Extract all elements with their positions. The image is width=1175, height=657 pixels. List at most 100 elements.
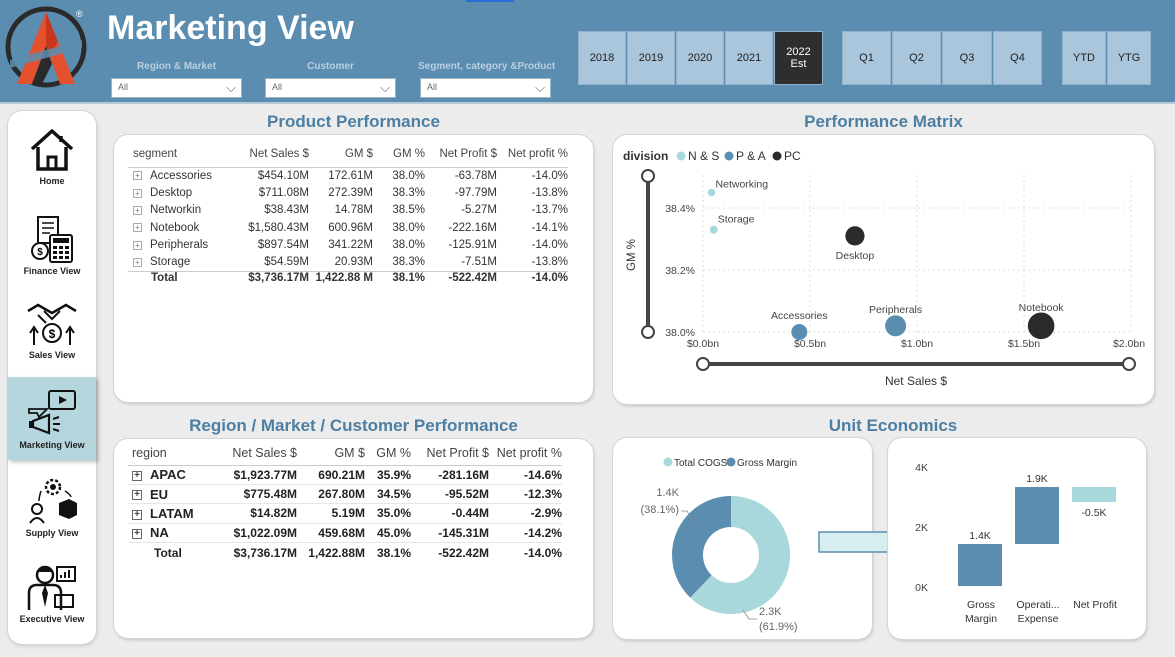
slider-handle[interactable] xyxy=(696,357,710,371)
slider-handle[interactable] xyxy=(641,169,655,183)
expand-icon[interactable]: + xyxy=(133,223,142,233)
value-cell: -0.44M xyxy=(451,506,489,521)
column-header[interactable]: Net profit % xyxy=(497,141,568,167)
handshake-icon: $ xyxy=(27,303,77,345)
value-cell: 172.61M xyxy=(328,169,373,182)
region-market-dropdown[interactable]: All ⌵ xyxy=(111,78,242,98)
y-range-slider[interactable] xyxy=(641,169,655,339)
table-row[interactable]: + EU $775.48M 267.80M 34.5% -95.52M -12.3% xyxy=(128,484,562,504)
table-row[interactable]: + Desktop $711.08M 272.39M 38.3% -97.79M -13.8… xyxy=(128,184,568,201)
expand-icon[interactable]: + xyxy=(133,257,142,267)
sidebar-item-finance-view[interactable]: $ Finance View xyxy=(8,215,96,279)
column-header[interactable]: Net Profit $ xyxy=(425,141,497,167)
expand-icon[interactable]: + xyxy=(132,509,142,520)
year-button-2020[interactable]: 2020 xyxy=(676,31,724,85)
year-button-2022-est[interactable]: 2022 Est xyxy=(774,31,823,85)
slider-handle[interactable] xyxy=(641,325,655,339)
value-cell: 600.96M xyxy=(328,221,373,234)
column-header[interactable]: Net Sales $ xyxy=(228,141,309,167)
region-label: APAC xyxy=(150,467,186,483)
column-header[interactable]: region xyxy=(128,441,206,465)
column-header[interactable]: GM $ xyxy=(309,141,373,167)
waterfall-chart: 4K 2K 0K 1.4K 1.9K -0.5K Gross Margin Opera… xyxy=(915,462,1117,625)
point-label: Peripherals xyxy=(869,304,922,316)
period-button-ytd[interactable]: YTD xyxy=(1062,31,1106,85)
scatter-point-peripherals xyxy=(885,315,907,337)
total-cell: 1,422.88 M xyxy=(315,271,373,284)
table-row[interactable]: + Storage $54.59M 20.93M 38.3% -7.51M -13.8% xyxy=(128,254,568,271)
segment-dropdown[interactable]: All ⌵ xyxy=(420,78,551,98)
sidebar-item-label: Supply View xyxy=(25,528,79,538)
quarter-button-q1[interactable]: Q1 xyxy=(842,31,891,85)
sidebar-item-marketing-view[interactable]: Marketing View xyxy=(8,377,96,460)
year-button-2019[interactable]: 2019 xyxy=(627,31,675,85)
table-row[interactable]: + Networkin $38.43M 14.78M 38.5% -5.27M -13.7% xyxy=(128,202,568,219)
table-row[interactable]: + Accessories $454.10M 172.61M 38.0% -63.78M -… xyxy=(128,167,568,184)
customer-dropdown[interactable]: All ⌵ xyxy=(265,78,396,98)
segment-cell: + Peripherals xyxy=(128,237,228,254)
region-cell: + LATAM xyxy=(128,504,206,523)
value-cell: 38.3% xyxy=(392,256,425,269)
quarter-button-q3[interactable]: Q3 xyxy=(942,31,992,85)
value-cell: -14.2% xyxy=(523,525,562,540)
product-performance-title: Product Performance xyxy=(267,112,440,131)
value-cell: -14.0% xyxy=(531,239,568,252)
value-cell: -95.52M xyxy=(444,487,489,502)
segment-cell: + Accessories xyxy=(128,167,228,184)
y-axis-label: GM % xyxy=(626,239,638,271)
value-cell: -13.8% xyxy=(531,187,568,200)
sidebar-item-sales-view[interactable]: $ Sales View xyxy=(8,301,96,363)
expand-icon[interactable]: + xyxy=(133,240,142,250)
year-button-2018[interactable]: 2018 xyxy=(578,31,626,85)
expand-icon[interactable]: + xyxy=(133,188,142,198)
value-cell: 38.0% xyxy=(392,239,425,252)
segment-cell: + Notebook xyxy=(128,219,228,236)
table-row[interactable]: + Peripherals $897.54M 341.22M 38.0% -125.91M… xyxy=(128,237,568,254)
sidebar-item-supply-view[interactable]: Supply View xyxy=(8,477,96,541)
column-header[interactable]: GM % xyxy=(373,141,425,167)
expand-icon[interactable]: + xyxy=(132,471,142,482)
chevron-down-icon: ⌵ xyxy=(380,80,390,95)
expand-icon[interactable]: + xyxy=(132,529,142,540)
slice-pct-label: (61.9%) xyxy=(759,621,798,633)
y-tick-label: 38.4% xyxy=(665,203,695,215)
column-header[interactable]: Net profit % xyxy=(489,441,562,465)
region-label: EU xyxy=(150,486,169,502)
column-header[interactable]: GM % xyxy=(365,441,411,465)
performance-matrix-title: Performance Matrix xyxy=(804,112,963,131)
x-category-label: Gross Margin xyxy=(965,599,997,625)
table-row[interactable]: + APAC $1,923.77M 690.21M 35.9% -281.16M -14.6… xyxy=(128,465,562,485)
table-row[interactable]: + LATAM $14.82M 5.19M 35.0% -0.44M -2.9% xyxy=(128,504,562,524)
value-cell: $14.82M xyxy=(250,506,297,521)
point-label: Notebook xyxy=(1019,302,1065,314)
legend-marker xyxy=(772,151,782,161)
quarter-button-q2[interactable]: Q2 xyxy=(892,31,941,85)
donut-hole xyxy=(703,527,759,583)
year-button-2021[interactable]: 2021 xyxy=(725,31,773,85)
x-range-slider[interactable] xyxy=(696,357,1136,371)
value-cell: 35.0% xyxy=(376,506,411,521)
slider-handle[interactable] xyxy=(1122,357,1136,371)
period-button-ytg[interactable]: YTG xyxy=(1107,31,1151,85)
column-header[interactable]: Net Sales $ xyxy=(206,441,297,465)
total-cell: 1,422.88M xyxy=(308,545,365,560)
sidebar-item-home[interactable]: Home xyxy=(8,127,96,191)
column-header[interactable]: GM $ xyxy=(297,441,365,465)
expand-icon[interactable]: + xyxy=(133,171,142,181)
chevron-down-icon: ⌵ xyxy=(226,80,236,95)
table-row[interactable]: + Notebook $1,580.43M 600.96M 38.0% -222.16M -… xyxy=(128,219,568,236)
value-cell: -281.16M xyxy=(438,467,489,482)
product-performance-card: segment Net Sales $ GM $ GM % Net Profit… xyxy=(114,135,593,402)
quarter-button-q4[interactable]: Q4 xyxy=(993,31,1042,85)
table-row[interactable]: + NA $1,022.09M 459.68M 45.0% -145.31M -14.2% xyxy=(128,523,562,543)
expand-icon[interactable]: + xyxy=(133,205,142,215)
y-tick-label: 2K xyxy=(915,522,928,534)
column-header[interactable]: segment xyxy=(128,141,228,167)
total-cell: -522.42M xyxy=(438,545,489,560)
sidebar-item-executive-view[interactable]: Executive View xyxy=(8,563,96,627)
x-tick-label: $1.5bn xyxy=(1008,338,1040,350)
product-performance-table: segment Net Sales $ GM $ GM % Net Profit… xyxy=(128,141,568,289)
expand-icon[interactable]: + xyxy=(132,490,142,501)
column-header[interactable]: Net Profit $ xyxy=(411,441,489,465)
waterfall-card: 4K 2K 0K 1.4K 1.9K -0.5K Gross Margin Opera… xyxy=(888,438,1146,639)
